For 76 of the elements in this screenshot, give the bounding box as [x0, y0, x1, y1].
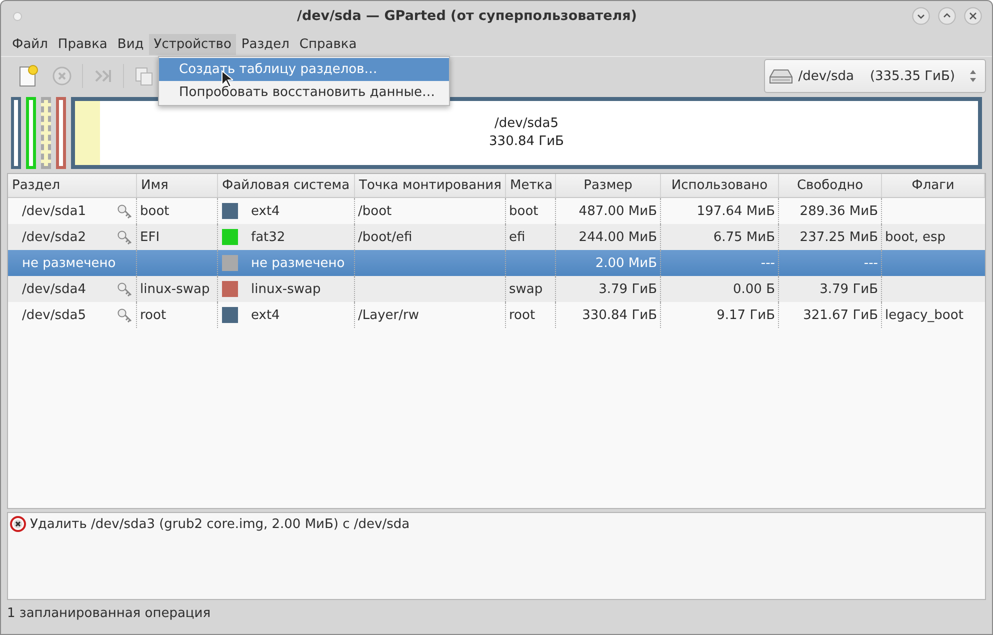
menu-item[interactable]: Справка	[294, 34, 362, 54]
table-cell: /boot	[358, 204, 392, 218]
table-cell: root	[509, 308, 536, 322]
status-text: 1 запланированная операция	[6, 605, 212, 623]
table-row[interactable]: /dev/sda4 linux-swap linux-swap swap 3.79 ГиБ 0.00 Б 3.79 ГиБ	[8, 276, 985, 302]
drive-icon	[768, 67, 794, 85]
device-name: /dev/sda	[798, 68, 854, 84]
table-cell: /dev/sda5	[22, 308, 86, 322]
table-cell: /dev/sda2	[22, 230, 86, 244]
table-cell: /boot/efi	[358, 230, 412, 244]
spinner-arrows-icon	[969, 69, 977, 83]
table-cell: 3.79 ГиБ	[598, 282, 657, 296]
menu-item[interactable]: Файл	[7, 34, 53, 54]
table-cell: /dev/sda4	[22, 282, 86, 296]
table-cell: 237.25 МиБ	[800, 230, 878, 244]
table-cell: efi	[509, 230, 526, 244]
table-cell: ext4	[251, 308, 280, 322]
table-cell: ---	[864, 256, 878, 270]
column-header[interactable]: Файловая система	[218, 174, 355, 197]
close-icon[interactable]	[964, 7, 982, 25]
table-cell: 244.00 МиБ	[578, 230, 657, 244]
device-size: (335.35 ГиБ)	[870, 68, 955, 84]
table-cell: 330.84 ГиБ	[582, 308, 657, 322]
table-cell: swap	[509, 282, 543, 296]
column-header[interactable]: Раздел	[8, 174, 137, 197]
partition-segment[interactable]: /dev/sda5 330.84 ГиБ	[71, 97, 982, 169]
table-cell: 197.64 МиБ	[696, 204, 775, 218]
table-cell: 0.00 Б	[733, 282, 775, 296]
used-space-fill	[75, 101, 100, 165]
table-cell: boot, esp	[885, 230, 946, 244]
partition-name: /dev/sda5	[494, 115, 558, 133]
table-cell: 487.00 МиБ	[578, 204, 657, 218]
table-cell: 3.79 ГиБ	[820, 282, 878, 296]
table-cell: boot	[509, 204, 538, 218]
column-header[interactable]: Свободно	[779, 174, 882, 197]
operation-text: Удалить /dev/sda3 (grub2 core.img, 2.00 МиБ) с /dev/sda	[30, 516, 410, 532]
partition-segment[interactable]	[11, 97, 21, 169]
table-cell: linux-swap	[140, 282, 210, 296]
column-header[interactable]: Метка	[506, 174, 556, 197]
table-cell: ext4	[251, 204, 280, 218]
table-cell: ---	[760, 256, 775, 270]
new-document-icon[interactable]	[17, 64, 39, 88]
window-dot-icon	[13, 12, 22, 20]
table-cell: boot	[140, 204, 170, 218]
table-cell: linux-swap	[251, 282, 321, 296]
column-header[interactable]: Флаги	[882, 174, 985, 197]
table-cell: 9.17 ГиБ	[716, 308, 775, 322]
table-cell: не размечено	[22, 256, 116, 270]
table-cell: legacy_boot	[885, 308, 964, 322]
table-cell: /dev/sda1	[22, 204, 86, 218]
delete-icon	[10, 516, 26, 532]
table-row[interactable]: /dev/sda2 EFI fat32 /boot/efi efi 244.00 МиБ 6.75 МиБ 237.25 МиБ boot, esp	[8, 224, 985, 250]
maximize-icon[interactable]	[938, 7, 956, 25]
table-cell: EFI	[140, 230, 160, 244]
column-header[interactable]: Точка монтирования	[355, 174, 506, 197]
table-cell: fat32	[251, 230, 286, 244]
table-cell: root	[140, 308, 166, 322]
unallocated-segment[interactable]	[41, 97, 51, 169]
table-cell: 2.00 МиБ	[595, 256, 657, 270]
table-cell: 6.75 МиБ	[713, 230, 775, 244]
minimize-icon[interactable]	[912, 7, 930, 25]
column-header[interactable]: Имя	[137, 174, 218, 197]
device-selector[interactable]: /dev/sda (335.35 ГиБ)	[764, 59, 986, 93]
menu-item[interactable]: Раздел	[236, 34, 294, 54]
table-cell: не размечено	[251, 256, 345, 270]
partition-size: 330.84 ГиБ	[489, 133, 564, 151]
partition-segment[interactable]	[56, 97, 66, 169]
table-cell: 321.67 ГиБ	[803, 308, 878, 322]
column-header[interactable]: Размер	[556, 174, 661, 197]
menu-item[interactable]: Устройство	[148, 34, 236, 54]
menu-item[interactable]: Правка	[52, 34, 112, 54]
column-header[interactable]: Использовано	[661, 174, 779, 197]
table-cell: 289.36 МиБ	[800, 204, 878, 218]
menu-item[interactable]: Вид	[112, 34, 149, 54]
table-cell: /Layer/rw	[358, 308, 419, 322]
window-title: /dev/sda — GParted (от суперпользователя)	[296, 8, 638, 24]
